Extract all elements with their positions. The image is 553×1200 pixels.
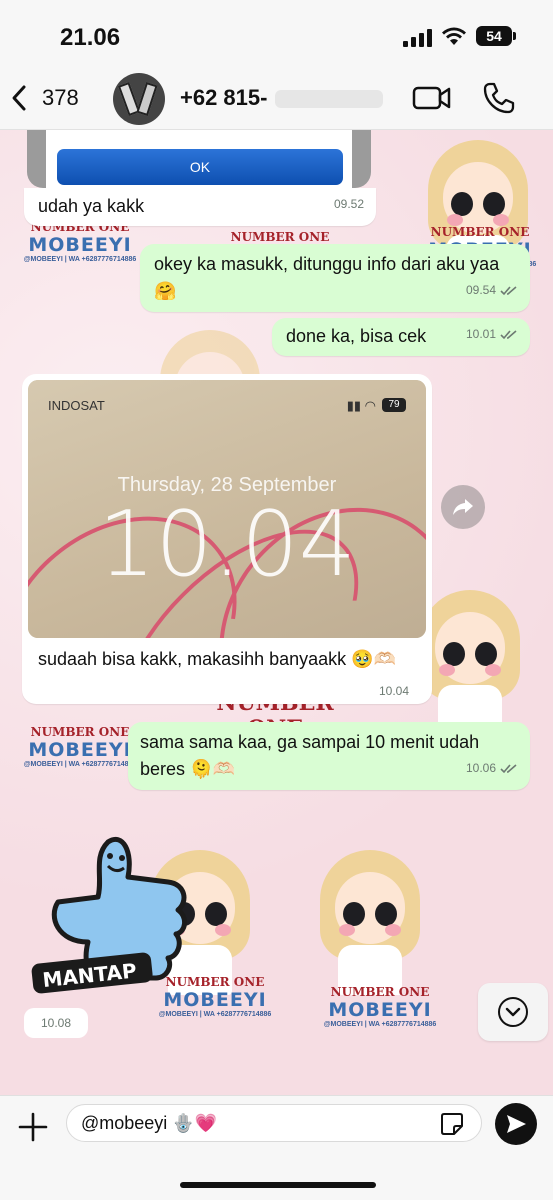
wifi-icon (442, 27, 466, 45)
plus-icon[interactable] (14, 1108, 52, 1146)
message-composer: @mobeeyi 🪬💗 (0, 1095, 553, 1200)
video-call-icon[interactable] (412, 83, 452, 113)
contact-avatar[interactable] (113, 73, 165, 125)
back-button[interactable]: 378 (10, 82, 90, 114)
wallpaper-brand: NUMBER ONEMOBEEYI@MOBEEYI | WA +62877767… (323, 985, 437, 1028)
image-lock-time: 10.04 (98, 492, 356, 597)
forward-icon (453, 499, 473, 515)
chevron-left-icon (12, 85, 26, 111)
send-icon (507, 1115, 526, 1133)
status-bar: 21.06 54 (0, 0, 553, 68)
status-time: 21.06 (60, 24, 121, 51)
double-check-icon (500, 329, 517, 339)
cellular-signal-icon (403, 29, 433, 47)
chat-header: 378 +62 815- (0, 68, 553, 130)
message-time: 09.52 (333, 197, 364, 211)
battery-icon: 54 (476, 26, 516, 46)
send-button[interactable] (495, 1103, 537, 1145)
message-input[interactable]: @mobeeyi 🪬💗 (66, 1104, 482, 1142)
message-text: sama sama kaa, ga sampai 10 menit udah b… (140, 732, 480, 779)
wallpaper-brand: NUMBER ONEMOBEEYI@MOBEEYI | WA +62877767… (23, 220, 137, 263)
message-time: 10.06 (465, 761, 496, 775)
message-text: done ka, bisa cek (286, 326, 427, 346)
message-time: 10.01 (465, 327, 496, 341)
message-text: okey ka masukk, ditunggu info dari aku y… (154, 254, 500, 301)
message-time: 09.54 (465, 283, 496, 297)
message-time: 10.04 (379, 684, 410, 698)
contact-name-redacted (275, 90, 383, 108)
image-carrier: INDOSAT (48, 398, 105, 413)
unread-count: 378 (42, 85, 79, 110)
phone-call-icon[interactable] (482, 81, 516, 115)
chevron-down-icon (498, 997, 528, 1027)
message-bubble-outgoing[interactable]: sama sama kaa, ga sampai 10 menit udah b… (128, 722, 530, 790)
home-indicator (180, 1182, 376, 1188)
sticker-icon[interactable] (440, 1112, 464, 1136)
wallpaper-brand: NUMBER ONE (230, 230, 330, 244)
wallpaper-doll (310, 850, 430, 1000)
embedded-ok-button: OK (57, 149, 343, 185)
screenshot-image[interactable]: INDOSAT ▮▮ ◠ 79 Thursday, 28 September 1… (28, 380, 426, 638)
message-time: 10.08 (24, 1008, 88, 1038)
thumbs-up-sticker[interactable]: MANTAP (28, 822, 198, 997)
message-text: sudaah bisa kakk, makasihh banyaakk 🥹🫶🏻 (38, 649, 397, 669)
double-check-icon (500, 285, 517, 295)
contact-name[interactable]: +62 815- (180, 85, 267, 111)
message-bubble-outgoing[interactable]: okey ka masukk, ditunggu info dari aku y… (140, 244, 530, 312)
forward-button[interactable] (441, 485, 485, 529)
message-text: udah ya kakk (38, 196, 145, 216)
double-check-icon (500, 763, 517, 773)
message-bubble-outgoing[interactable]: done ka, bisa cek 10.01 (272, 318, 530, 356)
scroll-to-bottom-button[interactable] (478, 983, 548, 1041)
image-battery: 79 (382, 398, 406, 412)
image-status-icons: ▮▮ ◠ (346, 398, 376, 413)
message-bubble-incoming[interactable]: udah ya kakk 09.52 (24, 188, 376, 226)
